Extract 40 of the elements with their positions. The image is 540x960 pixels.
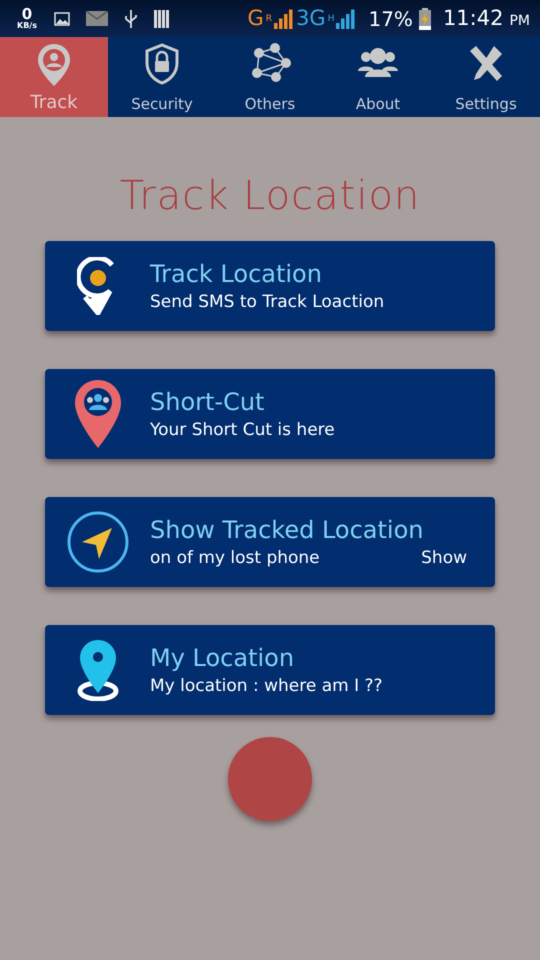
- clock-time: 11:42: [442, 8, 504, 29]
- menu-card[interactable]: Show Tracked Location on of my lost phone Show: [45, 497, 495, 587]
- card-subtitle: Show: [421, 548, 467, 568]
- card-subtitle: Send SMS to Track Loaction: [150, 292, 384, 312]
- network-type: 3G: [296, 8, 326, 29]
- signal-icon: [274, 8, 294, 28]
- envelope-icon: [86, 11, 108, 26]
- battery-percent: 17%: [368, 8, 413, 28]
- image-icon: [54, 12, 70, 26]
- roaming-indicator: R: [266, 15, 272, 24]
- card-title: Short-Cut: [150, 388, 266, 416]
- nav-tab[interactable]: Settings: [432, 37, 540, 117]
- menu-card[interactable]: Short-Cut Your Short Cut is here: [45, 369, 495, 459]
- clock-ampm: PM: [509, 14, 530, 28]
- shield-lock-icon: [144, 43, 180, 85]
- speed-unit: KB/s: [17, 22, 37, 30]
- floating-action-button[interactable]: [228, 737, 312, 821]
- nav-tab[interactable]: About: [324, 37, 432, 117]
- battery-icon: [418, 8, 431, 30]
- data-speed: 0: [22, 7, 32, 22]
- nav-tab[interactable]: Others: [216, 37, 324, 117]
- location-pin-icon: [74, 379, 122, 449]
- card-subtitle: Your Short Cut is here: [150, 420, 335, 440]
- network-type: G: [248, 8, 264, 29]
- network-icon: [249, 43, 291, 83]
- nav-tab[interactable]: Security: [108, 37, 216, 117]
- card-title: My Location: [150, 644, 296, 672]
- page-heading: Track Location: [118, 173, 422, 219]
- card-title: Show Tracked Location: [150, 516, 424, 544]
- card-title: Track Location: [150, 260, 323, 288]
- barcode-icon: [154, 10, 170, 28]
- menu-card[interactable]: My Location My location : where am I ??: [45, 625, 495, 715]
- signal-icon: [336, 8, 356, 28]
- usb-icon: [124, 8, 138, 28]
- card-subtitle: on of my lost phone: [150, 548, 320, 568]
- location-pin-icon: [76, 639, 118, 701]
- hspa-indicator: H: [328, 15, 334, 24]
- card-subtitle: My location : where am I ??: [150, 676, 383, 696]
- location-pin-icon: [37, 43, 71, 87]
- menu-card[interactable]: Track Location Send SMS to Track Loaction: [45, 241, 495, 331]
